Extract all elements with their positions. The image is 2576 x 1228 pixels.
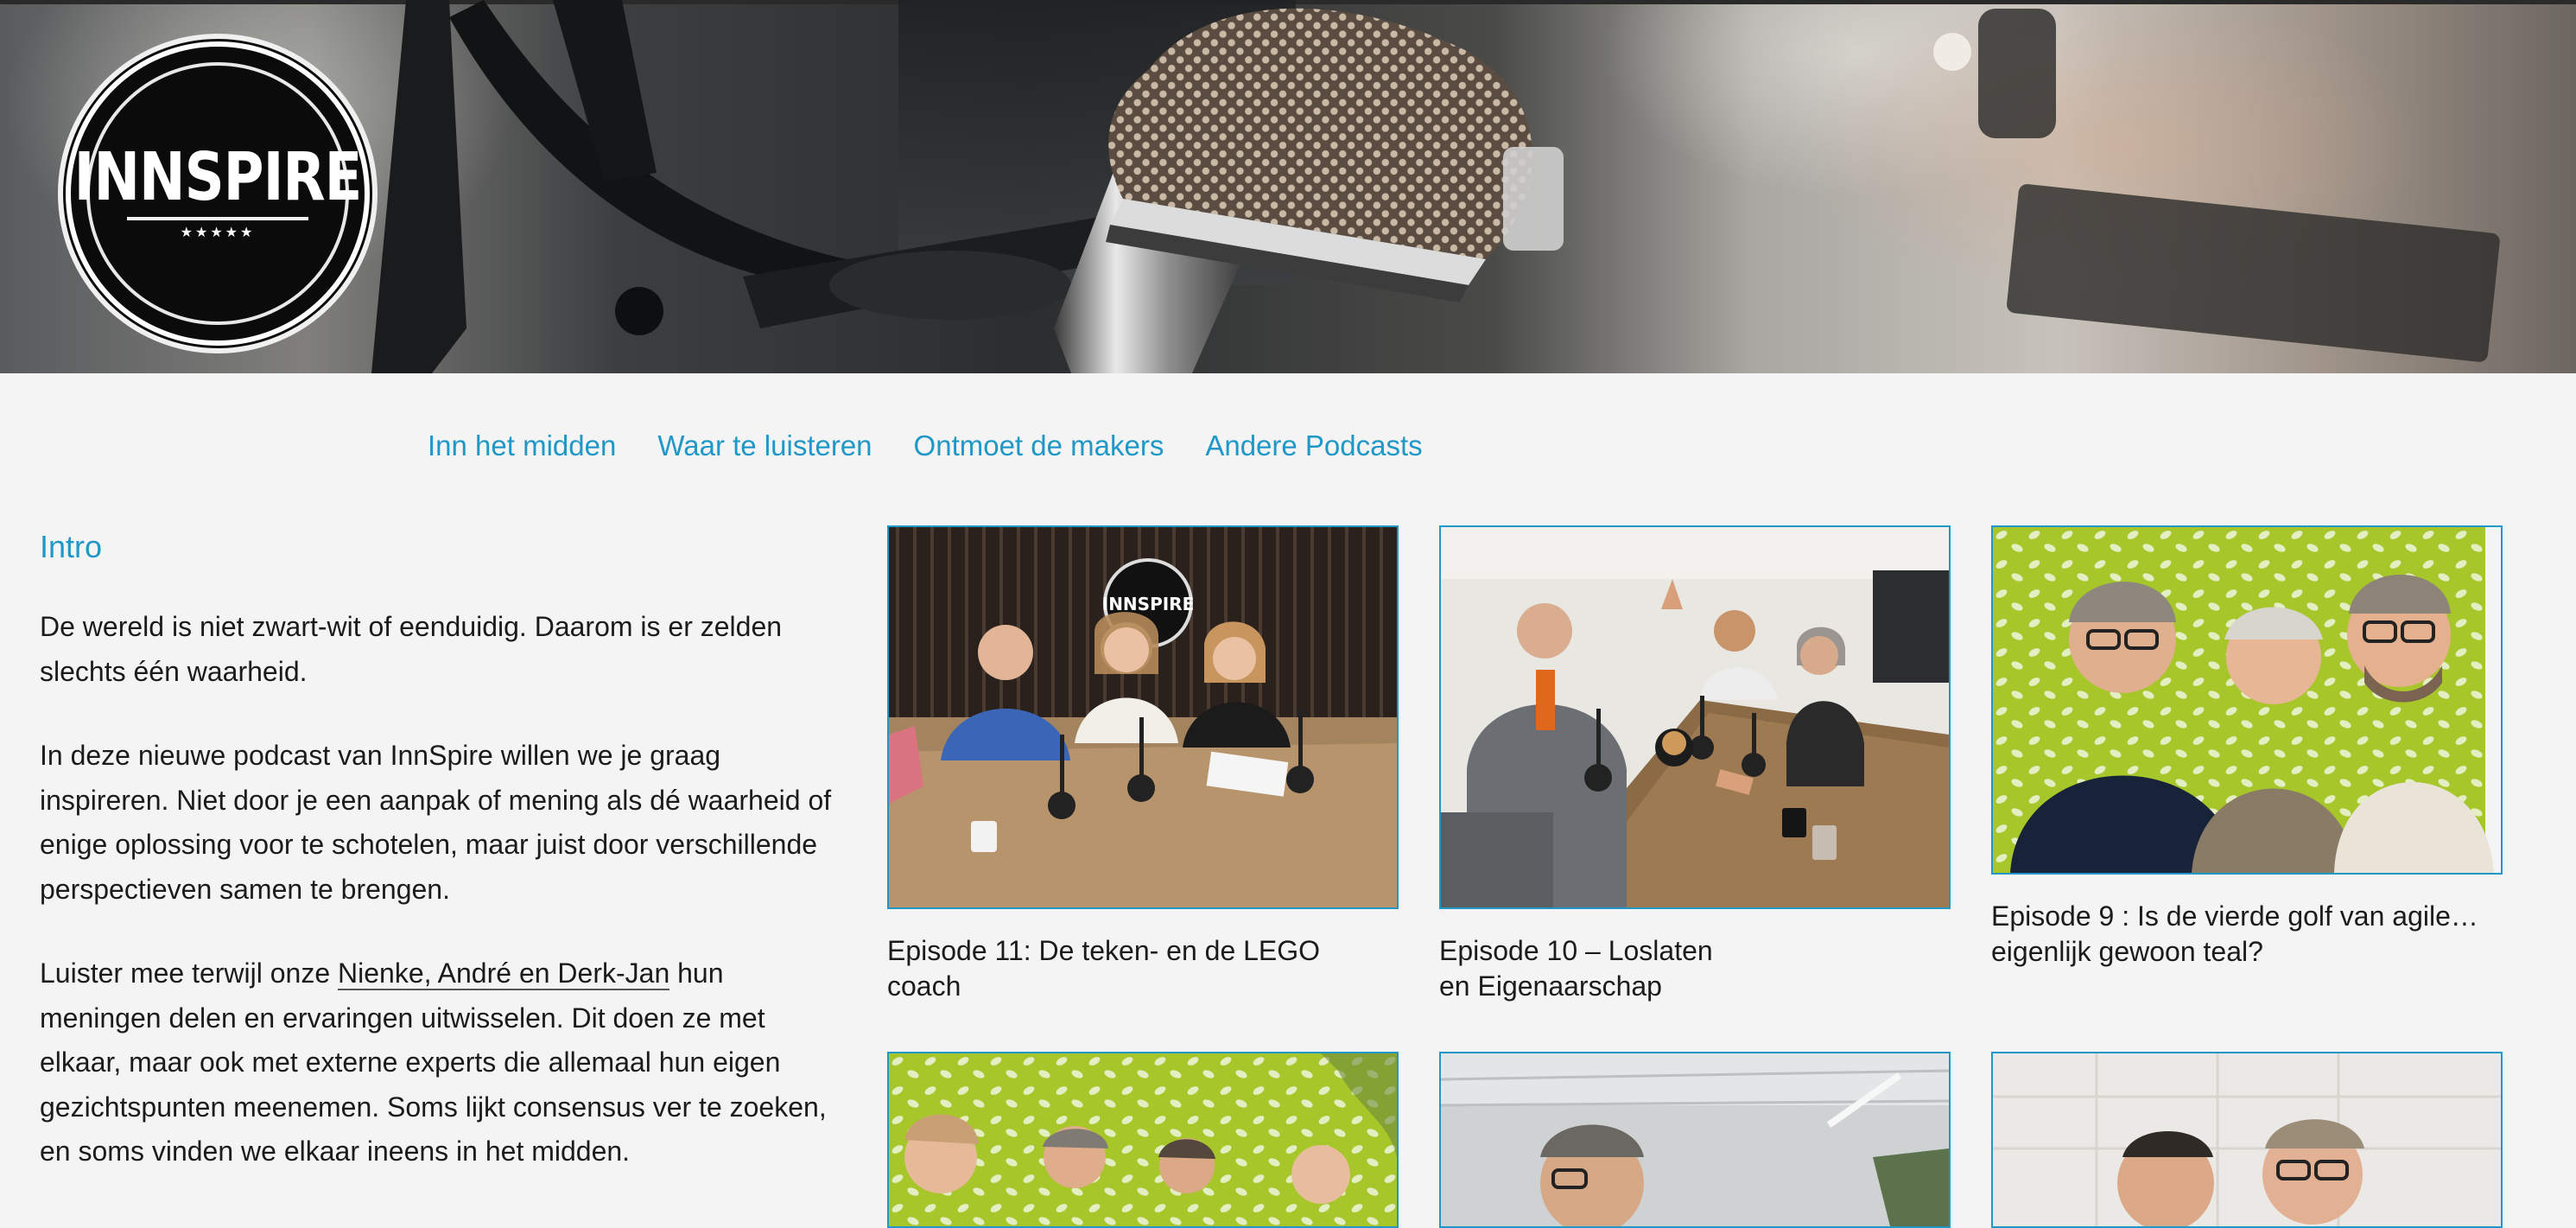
episode-10-photo [1441, 527, 1949, 907]
episode-11-thumbnail[interactable]: INNSPIRE [887, 525, 1399, 909]
episode-8-thumbnail[interactable] [887, 1052, 1399, 1228]
episode-6-photo [1993, 1053, 2501, 1226]
intro-section: Intro De wereld is niet zwart-wit of een… [40, 524, 852, 1174]
episode-9-photo [1993, 527, 2501, 873]
logo-underline [127, 217, 308, 220]
intro-heading: Intro [40, 529, 103, 564]
svg-text:INNSPIRE: INNSPIRE [1102, 594, 1194, 614]
episode-11-photo: INNSPIRE [889, 527, 1397, 907]
episode-6-thumbnail[interactable] [1991, 1052, 2503, 1228]
episode-9-thumbnail[interactable] [1991, 525, 2503, 875]
intro-p3-start: Luister mee terwijl onze [40, 958, 339, 989]
episode-10-title-line-1: Episode 10 – Loslaten [1439, 935, 1713, 966]
episode-9-title[interactable]: Episode 9 : Is de vierde golf van agile…… [1991, 899, 2503, 970]
episode-card-7[interactable] [1439, 1052, 1951, 1228]
episode-10-thumbnail[interactable] [1439, 525, 1951, 909]
nav-item-andere-podcasts[interactable]: Andere Podcasts [1205, 427, 1422, 465]
logo-wordmark: INNSPIRE [73, 139, 363, 217]
episode-card-10[interactable]: Episode 10 – Loslaten en Eigenaarschap [1439, 525, 1951, 1004]
episode-9-title-line-2: eigenlijk gewoon teal? [1991, 936, 2263, 967]
hero-banner: INNSPIRE ★★★★★ [0, 0, 2576, 373]
episode-9-title-line-1: Episode 9 : Is de vierde golf van agile… [1991, 900, 2478, 932]
logo-stars: ★★★★★ [180, 226, 256, 240]
intro-paragraph-2: In deze nieuwe podcast van InnSpire will… [40, 740, 832, 905]
nav-item-inn-het-midden[interactable]: Inn het midden [428, 427, 616, 465]
intro-paragraph-3: Luister mee terwijl onze Nienke, André e… [40, 951, 852, 1174]
nav-item-waar-te-luisteren[interactable]: Waar te luisteren [657, 427, 872, 465]
microphone-photo [371, 0, 2500, 373]
makers-link[interactable]: Nienke, André en Derk-Jan [338, 958, 670, 990]
episode-card-6[interactable] [1991, 1052, 2503, 1228]
episode-8-photo [889, 1053, 1397, 1226]
episode-10-title-line-2: en Eigenaarschap [1439, 970, 1662, 1002]
episode-11-title[interactable]: Episode 11: De teken- en de LEGO coach [887, 933, 1399, 1004]
episode-card-8[interactable] [887, 1052, 1399, 1228]
episode-7-thumbnail[interactable] [1439, 1052, 1951, 1228]
main-nav: Inn het midden Waar te luisteren Ontmoet… [428, 427, 1423, 465]
innspire-logo[interactable]: INNSPIRE ★★★★★ [66, 41, 370, 346]
intro-paragraph-1: De wereld is niet zwart-wit of eenduidig… [40, 611, 783, 687]
episode-7-photo [1441, 1053, 1949, 1226]
nav-item-ontmoet-de-makers[interactable]: Ontmoet de makers [914, 427, 1164, 465]
episode-card-11[interactable]: INNSPIRE Episode 11: De teken- en de LEG… [887, 525, 1399, 1004]
episode-card-9[interactable]: Episode 9 : Is de vierde golf van agile…… [1991, 525, 2503, 970]
episode-10-title[interactable]: Episode 10 – Loslaten en Eigenaarschap [1439, 933, 1951, 1004]
